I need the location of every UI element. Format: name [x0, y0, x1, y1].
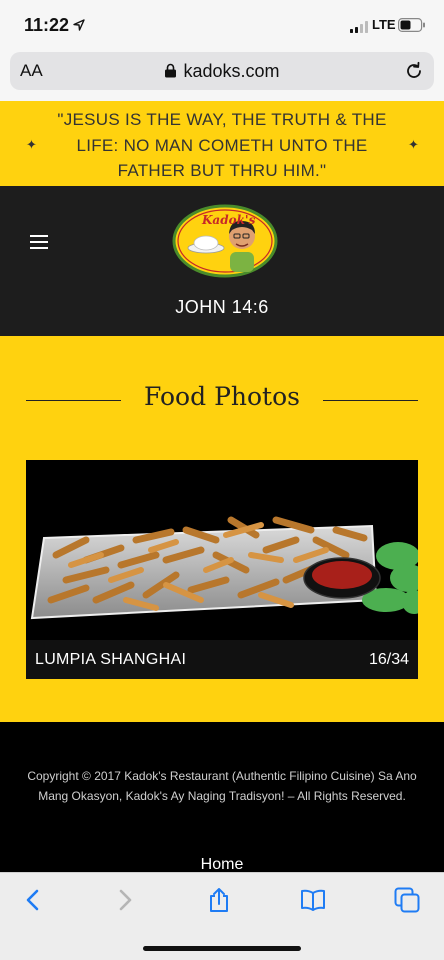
home-indicator[interactable]: [143, 946, 301, 951]
reload-icon[interactable]: [404, 61, 424, 81]
status-bar: 11:22 LTE: [0, 0, 444, 50]
main-content: Food Photos LUMPIA SHANGHAI 16/34: [0, 336, 444, 722]
sparkle-icon: ✦: [26, 137, 37, 152]
tabs-icon[interactable]: [394, 887, 420, 913]
cellular-signal-icon: [350, 21, 368, 33]
logo-wordmark: Kadok's: [201, 213, 256, 227]
kadoks-logo[interactable]: Kadok's: [172, 204, 278, 278]
location-arrow-icon: [73, 19, 85, 31]
section-heading: Food Photos: [26, 380, 418, 420]
photo-slide[interactable]: LUMPIA SHANGHAI 16/34: [26, 460, 418, 679]
url-display[interactable]: kadoks.com: [10, 61, 434, 82]
status-time: 11:22: [24, 15, 70, 35]
sparkle-icon: ✦: [408, 137, 419, 152]
site-header: Kadok's JOHN 14:6: [0, 186, 444, 336]
banner-quote: "JESUS IS THE WAY, THE TRUTH & THE LIFE:…: [57, 110, 387, 180]
url-text: kadoks.com: [183, 61, 280, 81]
section-title: Food Photos: [144, 382, 300, 411]
forward-icon[interactable]: [112, 887, 138, 913]
bookmarks-icon[interactable]: [300, 887, 326, 913]
address-bar[interactable]: AA kadoks.com: [10, 52, 434, 90]
photo-caption: LUMPIA SHANGHAI: [35, 651, 187, 668]
heading-divider: [323, 400, 418, 401]
copyright-text: Copyright © 2017 Kadok's Restaurant (Aut…: [27, 769, 417, 803]
site-footer: Copyright © 2017 Kadok's Restaurant (Aut…: [0, 722, 444, 873]
battery-icon: [398, 18, 425, 32]
browser-toolbar: [0, 872, 444, 960]
menu-icon[interactable]: [30, 235, 48, 249]
network-type: LTE: [372, 17, 396, 32]
share-icon[interactable]: [206, 887, 232, 913]
back-icon[interactable]: [20, 887, 46, 913]
verse-reference: JOHN 14:6: [175, 297, 269, 317]
scripture-banner: ✦ "JESUS IS THE WAY, THE TRUTH & THE LIF…: [0, 101, 444, 186]
photo-counter: 16/34: [368, 651, 409, 668]
lock-icon: [165, 63, 177, 78]
food-photo[interactable]: [26, 460, 418, 640]
photo-caption-bar: LUMPIA SHANGHAI 16/34: [26, 640, 418, 679]
